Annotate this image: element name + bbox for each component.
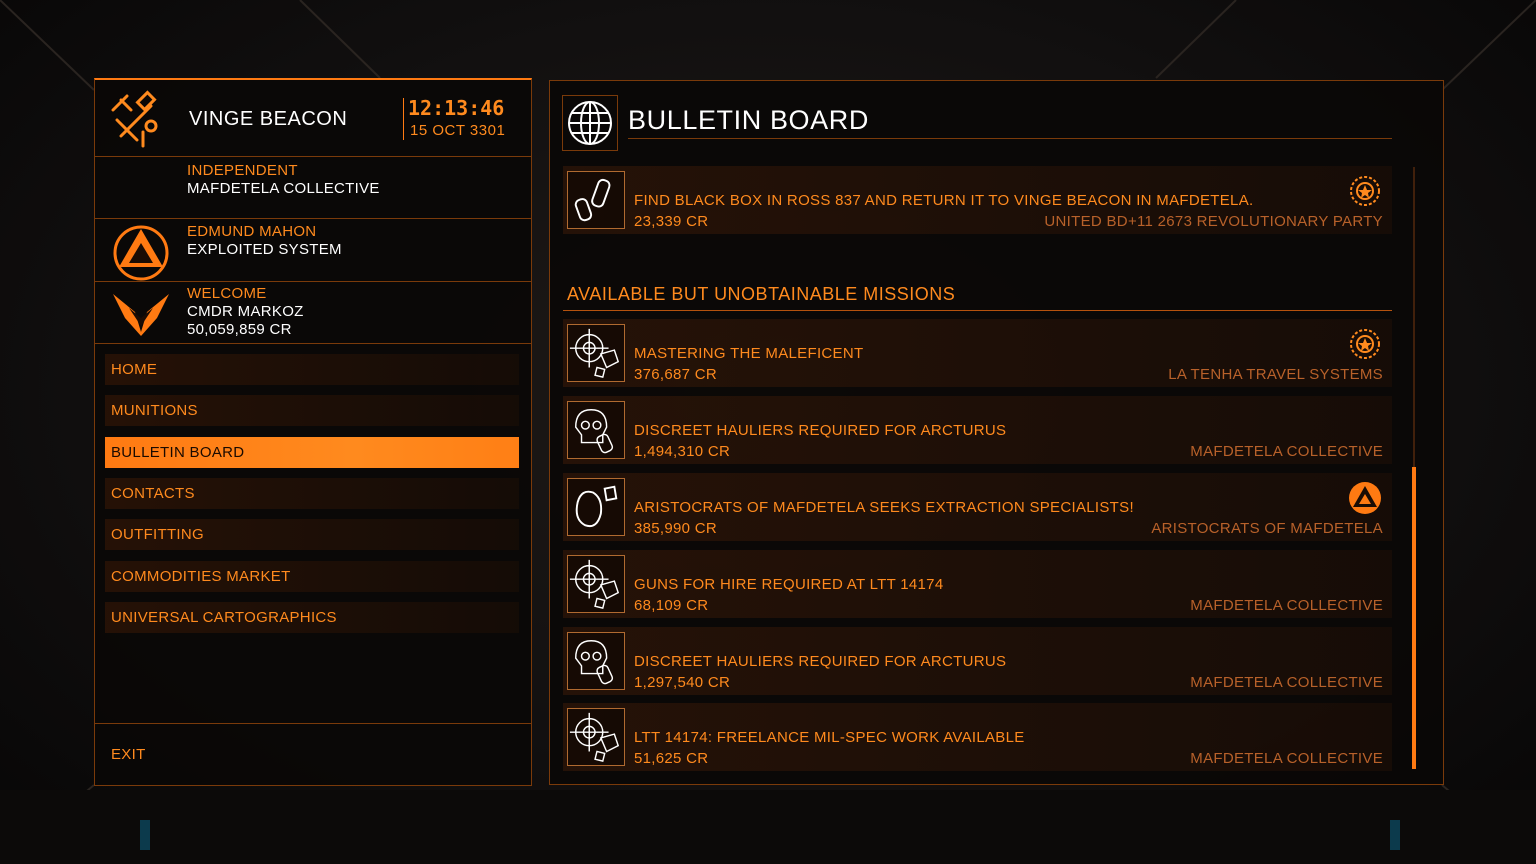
section-divider [563, 310, 1392, 311]
mission-faction: UNITED BD+11 2673 REVOLUTIONARY PARTY [1044, 213, 1383, 230]
mission-row[interactable]: DISCREET HAULIERS REQUIRED FOR ARCTURUS … [563, 396, 1392, 464]
nav-exit[interactable]: EXIT [105, 739, 519, 770]
mission-reward: 376,687 CR [634, 366, 718, 383]
mission-reward: 23,339 CR [634, 213, 709, 230]
bulletin-board-panel: BULLETIN BOARD FIND BLACK BOX IN ROSS 83… [549, 80, 1444, 785]
crosshair-icon [567, 708, 625, 766]
mission-reward: 1,297,540 CR [634, 674, 731, 691]
power-emblem-icon [113, 225, 169, 281]
mission-faction: MAFDETELA COLLECTIVE [1190, 674, 1383, 691]
welcome-label: WELCOME [187, 285, 267, 302]
power-badge-icon [1349, 482, 1381, 514]
power-name: EDMUND MAHON [187, 223, 317, 240]
clock-divider [403, 98, 404, 140]
mission-reward: 51,625 CR [634, 750, 709, 767]
mission-reward: 68,109 CR [634, 597, 709, 614]
skull-cargo-icon [567, 632, 625, 690]
federation-badge-icon [1350, 176, 1380, 206]
black-box-icon [567, 171, 625, 229]
exit-divider [95, 723, 531, 724]
mission-row[interactable]: DISCREET HAULIERS REQUIRED FOR ARCTURUS … [563, 627, 1392, 695]
scrollbar-thumb[interactable] [1412, 467, 1416, 769]
game-clock: 12:13:46 [408, 96, 505, 120]
mission-title: GUNS FOR HIRE REQUIRED AT LTT 14174 [634, 576, 944, 593]
mission-title: DISCREET HAULIERS REQUIRED FOR ARCTURUS [634, 653, 1007, 670]
mission-faction: MAFDETELA COLLECTIVE [1190, 597, 1383, 614]
allegiance-label: INDEPENDENT [187, 162, 298, 179]
section-title: AVAILABLE BUT UNOBTAINABLE MISSIONS [567, 284, 956, 304]
federation-badge-icon [1350, 329, 1380, 359]
mission-title: ARISTOCRATS OF MAFDETELA SEEKS EXTRACTIO… [634, 499, 1134, 516]
nav-outfitting[interactable]: OUTFITTING [105, 519, 519, 550]
nav-universal-cartographics[interactable]: UNIVERSAL CARTOGRAPHICS [105, 602, 519, 633]
page-title: BULLETIN BOARD [628, 105, 869, 135]
nav-commodities-market[interactable]: COMMODITIES MARKET [105, 561, 519, 592]
outpost-icon [111, 90, 158, 148]
mission-reward: 385,990 CR [634, 520, 718, 537]
skull-cargo-icon [567, 401, 625, 459]
mission-row[interactable]: MASTERING THE MALEFICENT 376,687 CR LA T… [563, 319, 1392, 387]
bulletin-icon-frame [562, 95, 618, 151]
crosshair-icon [567, 324, 625, 382]
mission-row[interactable]: ARISTOCRATS OF MAFDETELA SEEKS EXTRACTIO… [563, 473, 1392, 541]
power-status: EXPLOITED SYSTEM [187, 241, 342, 258]
mission-title: LTT 14174: FREELANCE MIL-SPEC WORK AVAIL… [634, 729, 1025, 746]
mission-title: FIND BLACK BOX IN ROSS 837 AND RETURN IT… [634, 192, 1254, 209]
nav-bulletin-board[interactable]: BULLETIN BOARD [105, 437, 519, 468]
rank-wings-icon [113, 294, 169, 336]
mission-faction: MAFDETELA COLLECTIVE [1190, 750, 1383, 767]
title-underline [628, 138, 1392, 139]
mission-faction: MAFDETELA COLLECTIVE [1190, 443, 1383, 460]
nav-contacts[interactable]: CONTACTS [105, 478, 519, 509]
game-date: 15 OCT 3301 [410, 122, 506, 139]
mission-faction: ARISTOCRATS OF MAFDETELA [1151, 520, 1383, 537]
mission-title: DISCREET HAULIERS REQUIRED FOR ARCTURUS [634, 422, 1007, 439]
globe-icon [568, 101, 612, 145]
nav-munitions[interactable]: MUNITIONS [105, 395, 519, 426]
station-panel: VINGE BEACON 12:13:46 15 OCT 3301 INDEPE… [94, 78, 532, 786]
mission-reward: 1,494,310 CR [634, 443, 731, 460]
mission-row[interactable]: FIND BLACK BOX IN ROSS 837 AND RETURN IT… [563, 166, 1392, 234]
asteroid-icon [567, 478, 625, 536]
mission-title: MASTERING THE MALEFICENT [634, 345, 864, 362]
mission-row[interactable]: GUNS FOR HIRE REQUIRED AT LTT 14174 68,1… [563, 550, 1392, 618]
nav-home[interactable]: HOME [105, 354, 519, 385]
station-header: VINGE BEACON 12:13:46 15 OCT 3301 [95, 80, 531, 157]
commander-credits: 50,059,859 CR [187, 321, 292, 338]
mission-row[interactable]: LTT 14174: FREELANCE MIL-SPEC WORK AVAIL… [563, 703, 1392, 771]
mission-faction: LA TENHA TRAVEL SYSTEMS [1168, 366, 1383, 383]
power-block: EDMUND MAHON EXPLOITED SYSTEM [95, 219, 531, 282]
crosshair-icon [567, 555, 625, 613]
controlling-faction: MAFDETELA COLLECTIVE [187, 180, 380, 197]
commander-block: WELCOME CMDR MARKOZ 50,059,859 CR [95, 282, 531, 344]
station-faction-block: INDEPENDENT MAFDETELA COLLECTIVE [95, 156, 531, 219]
commander-name: CMDR MARKOZ [187, 303, 304, 320]
station-name: VINGE BEACON [189, 108, 348, 130]
